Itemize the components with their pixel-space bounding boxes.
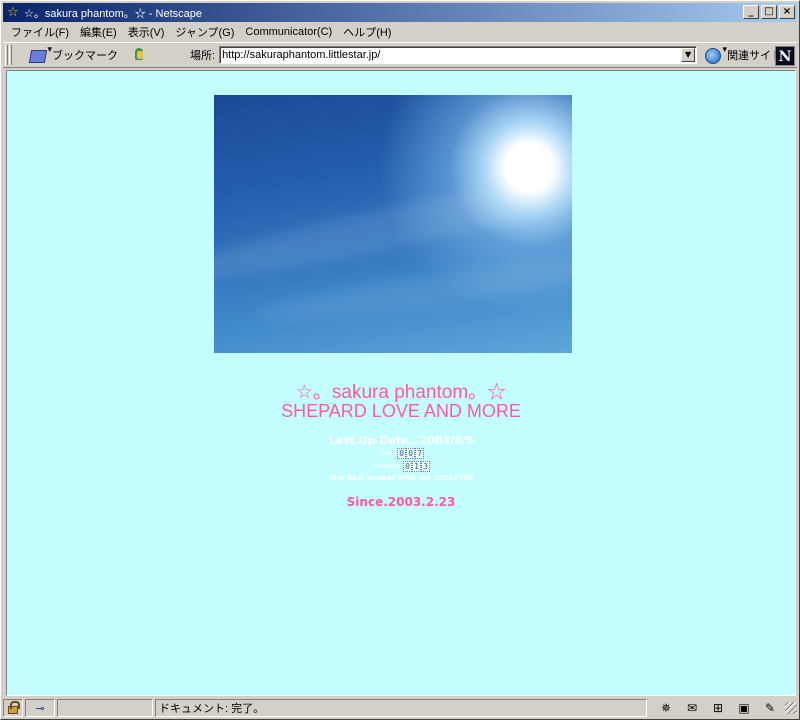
counter-digit: 0 <box>406 448 416 459</box>
location-toolbar: ブックマーク 場所: http://sakuraphantom.littlest… <box>3 42 797 68</box>
window-controls: _ □ × <box>743 5 795 19</box>
lock-icon <box>8 701 20 714</box>
security-button[interactable] <box>3 699 23 717</box>
yesterday-label: Yesterday <box>371 463 402 470</box>
address-book-icon[interactable]: ▣ <box>731 700 757 716</box>
navigator-icon[interactable]: ✵ <box>653 700 679 716</box>
discussion-icon[interactable]: ⊞ <box>705 700 731 716</box>
site-title: ☆。sakura phantom。☆ <box>295 382 507 403</box>
counter-digit: 0 <box>397 448 407 459</box>
netscape-app-icon: ☆ <box>7 4 19 20</box>
best-viewed-note: Site Best Viewed With Ie6 1024×768 <box>328 474 474 482</box>
component-bar: ✵ ✉ ⊞ ▣ ✎ <box>653 700 783 716</box>
page-content: ☆。sakura phantom。☆ SHEPARD LOVE AND MORE… <box>6 70 796 696</box>
bookmarks-icon <box>28 44 52 63</box>
toolbar-grip-2[interactable] <box>9 45 12 65</box>
title-bar[interactable]: ☆ ☆。sakura phantom。☆ - Netscape _ □ × <box>3 3 797 22</box>
menu-help[interactable]: ヘルプ(H) <box>339 24 398 40</box>
connection-status: ⊸ <box>25 699 55 717</box>
last-update: Last Up Date…2003/8/5 <box>328 434 474 447</box>
today-label: Today <box>377 450 396 457</box>
since-date: Since.2003.2.23 <box>346 495 456 509</box>
progress-bar <box>57 699 153 717</box>
related-sites-label: 関連サイト <box>727 50 783 62</box>
globe-icon <box>703 44 727 64</box>
status-bar: ⊸ ドキュメント: 完了。 ✵ ✉ ⊞ ▣ ✎ <box>3 698 797 718</box>
menu-edit[interactable]: 編集(E) <box>76 24 124 40</box>
sky-photo <box>214 95 572 353</box>
today-digits: 0 0 7 <box>397 448 425 459</box>
minimize-button[interactable]: _ <box>743 5 759 19</box>
location-label: 場所: <box>190 50 216 62</box>
today-counter: Today 0 0 7 <box>7 448 795 459</box>
url-text: http://sakuraphantom.littlestar.jp/ <box>222 49 381 61</box>
composer-icon[interactable]: ✎ <box>757 700 783 716</box>
mail-icon[interactable]: ✉ <box>679 700 705 716</box>
yesterday-digits: 0 1 3 <box>403 461 431 472</box>
counter-digit: 7 <box>415 448 425 459</box>
url-input[interactable]: http://sakuraphantom.littlestar.jp/ ▼ <box>219 46 698 64</box>
whats-related-icon[interactable] <box>132 47 148 63</box>
related-sites-button[interactable]: 関連サイト <box>703 44 783 64</box>
plug-icon: ⊸ <box>35 701 45 715</box>
toolbar-grip[interactable] <box>5 45 8 65</box>
maximize-button[interactable]: □ <box>761 5 777 19</box>
status-text: ドキュメント: 完了。 <box>155 699 647 717</box>
menu-bar: ファイル(F) 編集(E) 表示(V) ジャンプ(G) Communicator… <box>3 22 797 42</box>
site-subtitle: SHEPARD LOVE AND MORE <box>281 401 521 421</box>
menu-view[interactable]: 表示(V) <box>124 24 172 40</box>
menu-file[interactable]: ファイル(F) <box>7 24 76 40</box>
netscape-logo[interactable]: N <box>775 46 795 66</box>
url-dropdown-button[interactable]: ▼ <box>681 48 696 62</box>
window-title: ☆。sakura phantom。☆ - Netscape <box>24 7 202 20</box>
counter-digit: 0 <box>403 461 413 472</box>
yesterday-counter: Yesterday 0 1 3 <box>7 461 795 472</box>
menu-communicator[interactable]: Communicator(C) <box>241 26 339 38</box>
bookmarks-label: ブックマーク <box>52 50 118 62</box>
counter-digit: 1 <box>412 461 422 472</box>
bookmarks-button[interactable]: ブックマーク <box>28 44 118 63</box>
browser-window: ☆ ☆。sakura phantom。☆ - Netscape _ □ × ファ… <box>0 0 800 720</box>
menu-go[interactable]: ジャンプ(G) <box>171 24 241 40</box>
counter-digit: 3 <box>421 461 431 472</box>
close-button[interactable]: × <box>779 5 795 19</box>
resize-grip[interactable] <box>785 702 797 714</box>
